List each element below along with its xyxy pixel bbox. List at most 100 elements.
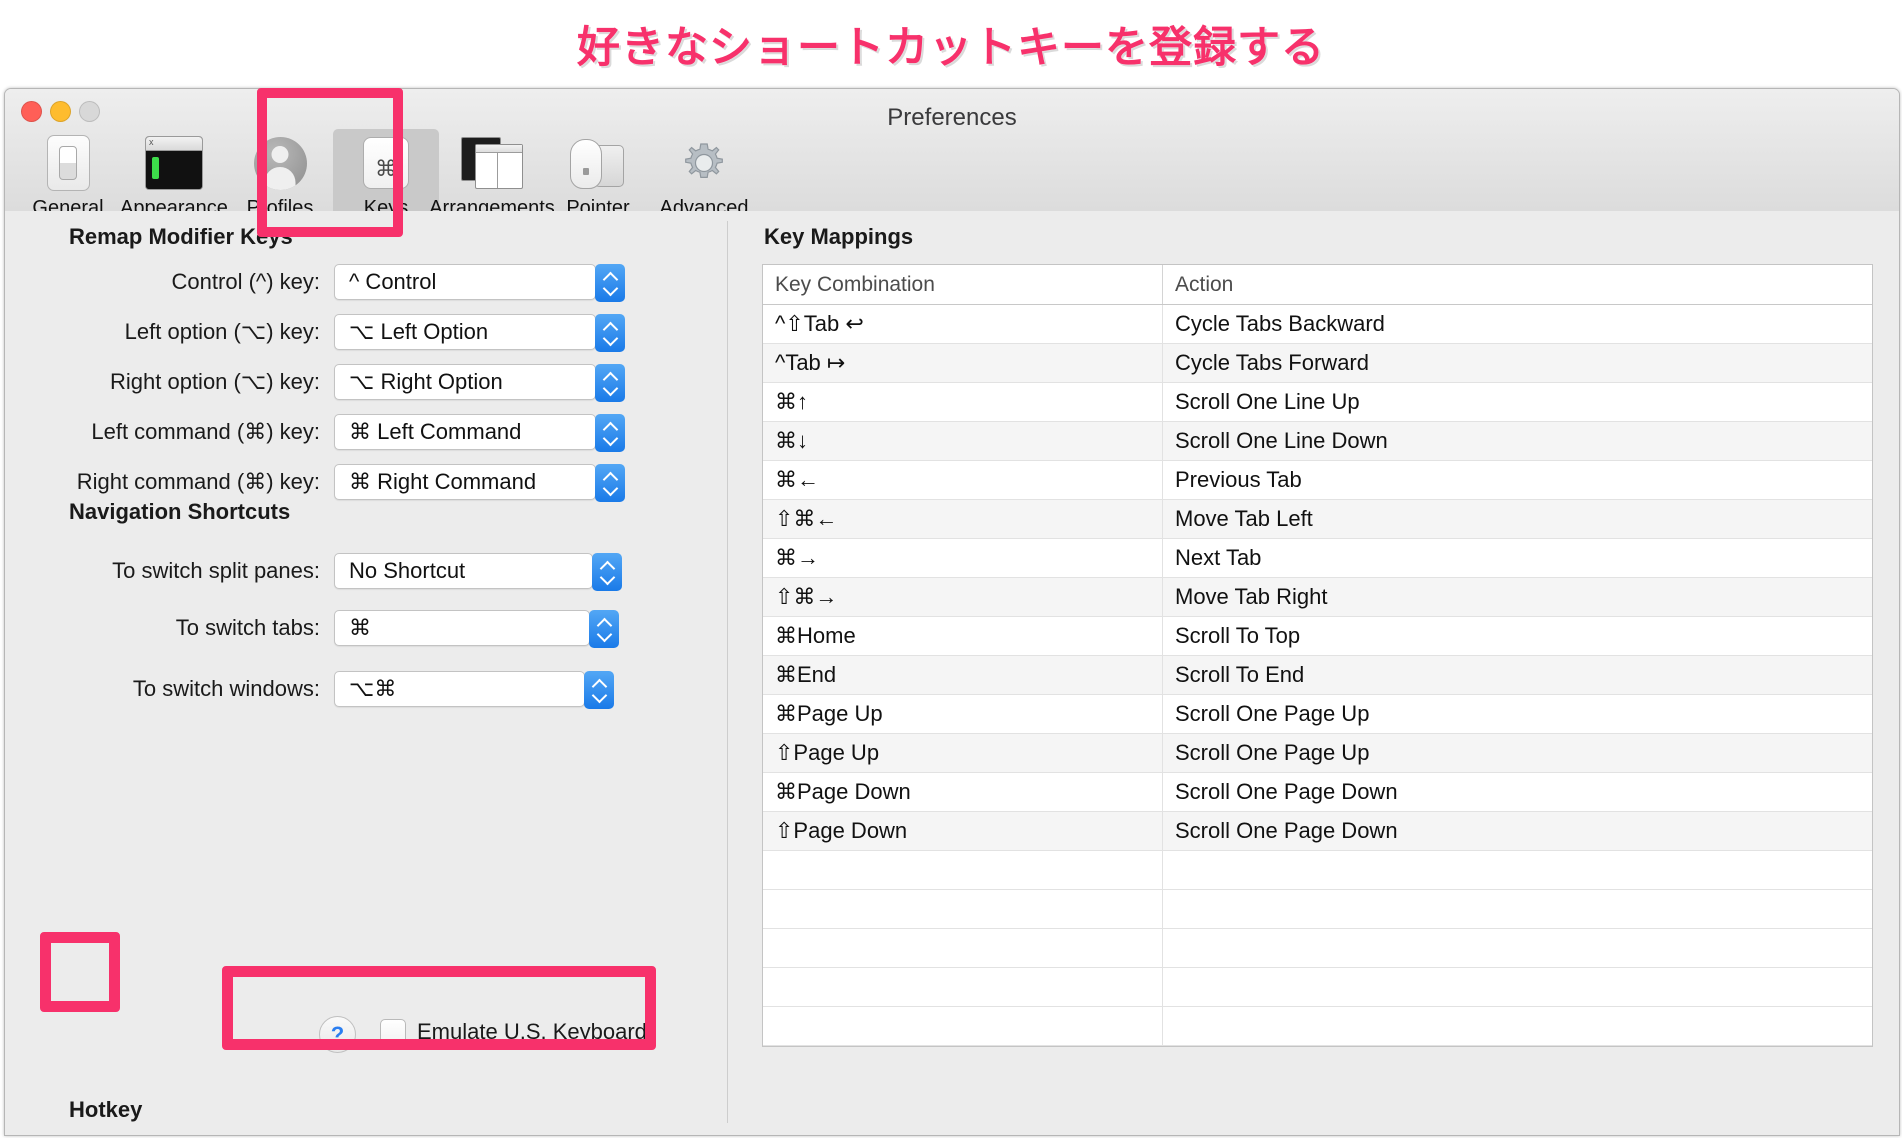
nav-value-switch-tabs: ⌘ <box>349 615 371 640</box>
stepper-right-command[interactable] <box>595 464 625 502</box>
stepper-switch-windows[interactable] <box>584 671 614 709</box>
cell-action: Scroll To End <box>1175 662 1305 687</box>
remap-row-right-option: Right option (⌥) key: ⌥ Right Option <box>5 363 625 402</box>
emulate-us-keyboard-checkbox[interactable] <box>380 1019 406 1045</box>
table-row[interactable]: ⌘Page Up Scroll One Page Up <box>763 695 1872 734</box>
help-button[interactable]: ? <box>319 1016 356 1053</box>
cell-action: Scroll One Line Up <box>1175 389 1360 414</box>
remap-popup-right-option[interactable]: ⌥ Right Option <box>334 364 625 402</box>
remap-label-right-command: Right command (⌘) key: <box>76 469 320 494</box>
column-header-action[interactable]: Action <box>1163 265 1872 304</box>
keys-right-pane: Key Mappings Key Combination Action ^⇧Ta… <box>728 211 1899 1135</box>
stepper-right-option[interactable] <box>595 364 625 402</box>
cell-key-combination: ⌘→ <box>763 539 1163 577</box>
remap-popup-left-command[interactable]: ⌘ Left Command <box>334 414 625 452</box>
cell-key-combination <box>763 968 1163 1006</box>
cell-key-combination: ⌘Page Down <box>763 773 1163 811</box>
table-row-empty[interactable] <box>763 968 1872 1007</box>
cell-key-combination <box>763 890 1163 928</box>
key-mappings-title: Key Mappings <box>764 224 914 249</box>
remap-value-left-option: ⌥ Left Option <box>349 319 489 344</box>
remap-value-control: ^ Control <box>349 269 437 294</box>
table-row-empty[interactable] <box>763 890 1872 929</box>
nav-row-switch-windows: To switch windows: ⌥⌘ <box>5 670 614 709</box>
table-row[interactable]: ^Tab ↦ Cycle Tabs Forward <box>763 344 1872 383</box>
cell-key-combination: ⌘Home <box>763 617 1163 655</box>
nav-value-split-panes: No Shortcut <box>349 558 466 583</box>
nav-label-split-panes: To switch split panes: <box>112 558 320 583</box>
pointer-icon <box>568 134 628 192</box>
table-header-row: Key Combination Action <box>763 265 1872 305</box>
remap-label-right-option: Right option (⌥) key: <box>110 369 320 394</box>
stepper-left-option[interactable] <box>595 314 625 352</box>
nav-value-switch-windows: ⌥⌘ <box>349 676 397 701</box>
table-row[interactable]: ⇧⌘← Move Tab Left <box>763 500 1872 539</box>
nav-popup-split-panes[interactable]: No Shortcut <box>334 553 622 591</box>
table-row[interactable]: ^⇧Tab ↩ Cycle Tabs Backward <box>763 305 1872 344</box>
table-row[interactable]: ⇧⌘→ Move Tab Right <box>763 578 1872 617</box>
arrangements-icon <box>461 134 523 192</box>
cell-key-combination: ^⇧Tab ↩ <box>763 305 1163 343</box>
cell-key-combination <box>763 1007 1163 1045</box>
banner-headline: 好きなショートカットキーを登録する <box>575 22 1326 74</box>
cell-key-combination: ⇧Page Up <box>763 734 1163 772</box>
cell-key-combination: ⇧Page Down <box>763 812 1163 850</box>
cell-action: Previous Tab <box>1175 467 1302 492</box>
table-row[interactable]: ⌘↓ Scroll One Line Down <box>763 422 1872 461</box>
stepper-left-command[interactable] <box>595 414 625 452</box>
nav-popup-switch-windows[interactable]: ⌥⌘ <box>334 671 614 709</box>
table-row[interactable]: ⌘← Previous Tab <box>763 461 1872 500</box>
general-icon <box>46 134 90 192</box>
table-row[interactable]: ⇧Page Down Scroll One Page Down <box>763 812 1872 851</box>
table-row-empty[interactable] <box>763 929 1872 968</box>
cell-action: Next Tab <box>1175 545 1262 570</box>
cell-action: Cycle Tabs Forward <box>1175 350 1369 375</box>
cell-action: Cycle Tabs Backward <box>1175 311 1385 336</box>
table-row-empty[interactable] <box>763 1007 1872 1046</box>
cell-action: Move Tab Left <box>1175 506 1313 531</box>
remap-section-title: Remap Modifier Keys <box>69 224 293 249</box>
remap-popup-left-option[interactable]: ⌥ Left Option <box>334 314 625 352</box>
emulate-us-keyboard-row[interactable]: Emulate U.S. Keyboard <box>380 1019 647 1045</box>
keys-icon: ⌘ <box>363 134 409 192</box>
remap-popup-control[interactable]: ^ Control <box>334 264 625 302</box>
table-row[interactable]: ⌘↑ Scroll One Line Up <box>763 383 1872 422</box>
table-row[interactable]: ⌘End Scroll To End <box>763 656 1872 695</box>
table-row[interactable]: ⌘Page Down Scroll One Page Down <box>763 773 1872 812</box>
navigation-section-title: Navigation Shortcuts <box>69 499 291 524</box>
remap-value-right-command: ⌘ Right Command <box>349 469 537 494</box>
table-row-empty[interactable] <box>763 851 1872 890</box>
annotation-banner: 好きなショートカットキーを登録する <box>0 0 1902 88</box>
remap-row-right-command: Right command (⌘) key: ⌘ Right Command <box>5 463 625 502</box>
column-header-key-combination[interactable]: Key Combination <box>763 265 1163 304</box>
stepper-split-panes[interactable] <box>592 553 622 591</box>
cell-key-combination: ⌘↓ <box>763 422 1163 460</box>
table-row[interactable]: ⌘→ Next Tab <box>763 539 1872 578</box>
preferences-content: Remap Modifier Keys Control (^) key: ^ C… <box>5 211 1899 1135</box>
nav-row-split-panes: To switch split panes: No Shortcut <box>5 552 622 591</box>
advanced-gear-icon <box>678 134 730 192</box>
nav-popup-switch-tabs[interactable]: ⌘ <box>334 610 619 648</box>
table-row[interactable]: ⇧Page Up Scroll One Page Up <box>763 734 1872 773</box>
cell-key-combination: ⌘← <box>763 461 1163 499</box>
remap-label-control: Control (^) key: <box>171 269 320 294</box>
preferences-window: Preferences General x Appearance Profile… <box>4 88 1900 1136</box>
remap-row-control: Control (^) key: ^ Control <box>5 263 625 302</box>
cell-key-combination <box>763 851 1163 889</box>
keys-left-pane: Remap Modifier Keys Control (^) key: ^ C… <box>5 211 727 1135</box>
cell-key-combination: ⌘↑ <box>763 383 1163 421</box>
cell-key-combination <box>763 929 1163 967</box>
profiles-icon <box>253 134 307 192</box>
nav-label-switch-windows: To switch windows: <box>132 676 320 701</box>
cell-action: Scroll One Page Up <box>1175 740 1370 765</box>
remap-row-left-command: Left command (⌘) key: ⌘ Left Command <box>5 413 625 452</box>
cell-action <box>1163 851 1872 889</box>
window-title: Preferences <box>887 104 1017 131</box>
cell-action <box>1163 968 1872 1006</box>
cell-action: Scroll One Page Down <box>1175 818 1398 843</box>
remap-popup-right-command[interactable]: ⌘ Right Command <box>334 464 625 502</box>
table-row[interactable]: ⌘Home Scroll To Top <box>763 617 1872 656</box>
hotkey-section-title: Hotkey <box>69 1097 143 1122</box>
stepper-control[interactable] <box>595 264 625 302</box>
stepper-switch-tabs[interactable] <box>589 610 619 648</box>
